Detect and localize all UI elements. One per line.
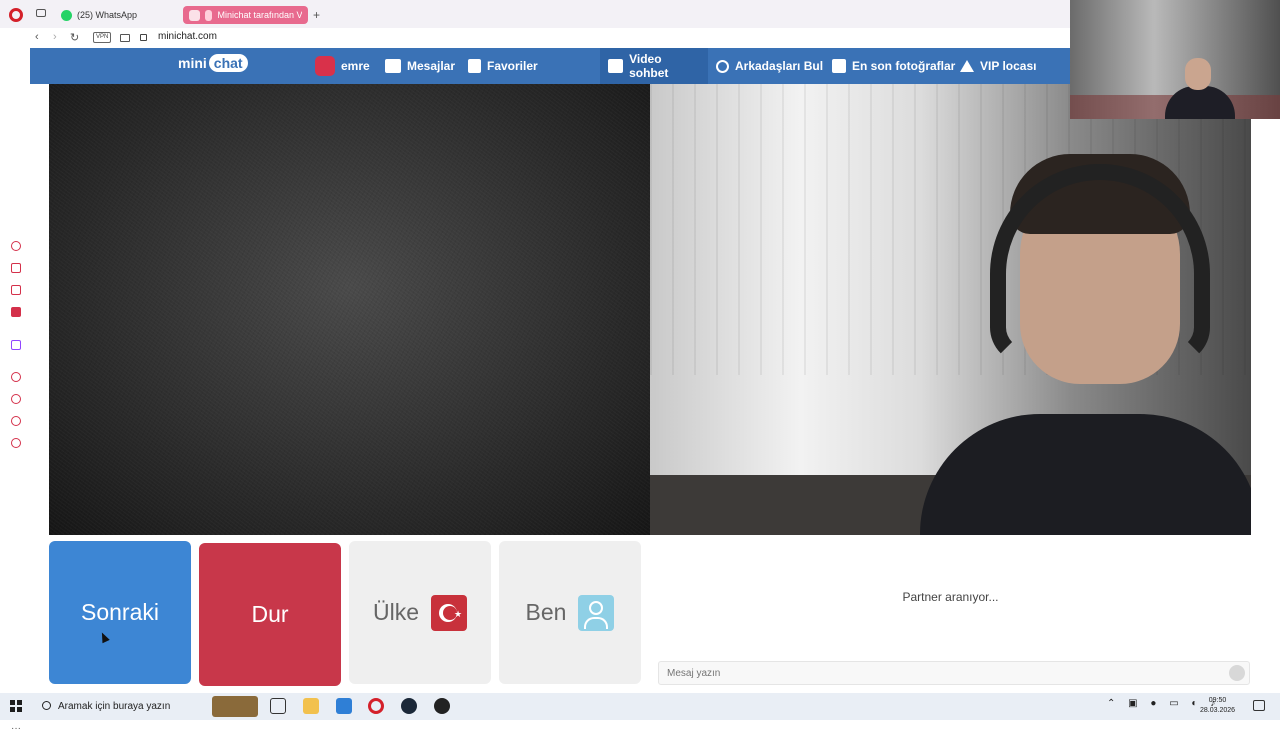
- search-icon: [42, 701, 51, 710]
- clock[interactable]: 09:50 28.03.2026: [1200, 696, 1235, 716]
- country-button[interactable]: Ülke ★: [349, 541, 491, 684]
- lock-icon: [140, 34, 147, 41]
- steam-icon[interactable]: [401, 698, 417, 714]
- stop-label: Dur: [251, 601, 289, 627]
- settings-icon[interactable]: [11, 438, 21, 448]
- nav-messages[interactable]: Mesajlar: [385, 48, 455, 84]
- person: [980, 154, 1220, 454]
- tab-label: (25) WhatsApp: [77, 10, 138, 20]
- windows-taskbar: Aramak için buraya yazın ⌃ ▣ ● ▭ ◐ ♪ 09:…: [0, 693, 1280, 720]
- next-button[interactable]: Sonraki: [49, 541, 191, 684]
- player-icon[interactable]: [11, 372, 21, 382]
- search-status: Partner aranıyor...: [902, 590, 999, 604]
- workspaces-icon[interactable]: [36, 9, 46, 17]
- twitch-icon[interactable]: [11, 340, 21, 350]
- logo-chat: chat: [208, 54, 248, 72]
- me-label: Ben: [525, 599, 567, 625]
- nav-profile[interactable]: emre: [315, 48, 370, 84]
- nav-vip[interactable]: VIP locası: [960, 48, 1036, 84]
- taskbar-search-placeholder: Aramak için buraya yazın: [58, 701, 171, 712]
- gamepad-icon: [315, 56, 335, 76]
- pip-face: [1185, 58, 1211, 90]
- clock-time: 09:50: [1208, 697, 1227, 704]
- shopping-icon[interactable]: [11, 263, 21, 273]
- turkey-flag-icon: ★: [431, 594, 467, 631]
- self-video: [650, 84, 1251, 535]
- history-icon[interactable]: [11, 394, 21, 404]
- tab-label: Minichat tarafından Vi: [217, 10, 302, 20]
- forward-icon[interactable]: ›: [53, 31, 57, 43]
- speaker-icon[interactable]: [204, 9, 213, 21]
- pip-body: [1165, 86, 1235, 119]
- nav-label: emre: [341, 59, 370, 73]
- photos-icon: [832, 59, 846, 73]
- taskbar-search[interactable]: Aramak için buraya yazın: [34, 693, 260, 720]
- clock-date: 28.03.2026: [1200, 707, 1236, 714]
- video-static: [49, 84, 650, 535]
- next-label: Sonraki: [81, 599, 159, 625]
- minichat-logo[interactable]: mini chat: [178, 54, 248, 72]
- browser-sidebar: GX ···: [0, 48, 32, 734]
- new-tab-button[interactable]: +: [313, 8, 320, 22]
- video-chat-icon: [608, 59, 624, 73]
- chat-area: Partner aranıyor...: [650, 535, 1251, 693]
- extensions-icon[interactable]: [11, 416, 21, 426]
- more-icon[interactable]: ···: [11, 723, 21, 734]
- notification-icon[interactable]: [1253, 700, 1265, 711]
- windows-start-icon[interactable]: [10, 700, 22, 712]
- nav-video-chat[interactable]: Video sohbet: [600, 48, 708, 84]
- site-navbar: mini chat emre Mesajlar Favoriler Video …: [30, 48, 1070, 84]
- camera-icon[interactable]: [120, 34, 130, 42]
- country-label: Ülke: [372, 599, 419, 625]
- address-bar: ‹ › ↻ VPN minichat.com: [0, 28, 1070, 48]
- bookmark-icon: [468, 59, 481, 73]
- nav-label: Arkadaşları Bul: [735, 59, 824, 73]
- opera-taskbar-icon[interactable]: [368, 698, 384, 714]
- nav-label: Mesajlar: [407, 59, 456, 73]
- opera-logo-icon[interactable]: [9, 8, 23, 22]
- message-input[interactable]: [658, 661, 1250, 685]
- avatar-icon: [578, 594, 615, 631]
- whatsapp-icon: [61, 9, 72, 21]
- emoji-icon[interactable]: [1229, 665, 1245, 681]
- nav-label: Video sohbet: [629, 52, 669, 80]
- webcam-overlay: [1070, 0, 1280, 119]
- me-button[interactable]: Ben: [499, 541, 641, 684]
- file-explorer-icon[interactable]: [303, 698, 319, 714]
- task-view-icon[interactable]: [270, 698, 286, 714]
- partner-video: [49, 84, 650, 535]
- search-icon: [716, 59, 729, 73]
- search-highlight-image: [212, 696, 258, 717]
- aria-icon[interactable]: [11, 241, 21, 251]
- reload-icon[interactable]: ↻: [70, 31, 79, 44]
- tab-whatsapp[interactable]: (25) WhatsApp: [55, 6, 143, 24]
- messenger-icon[interactable]: [11, 307, 21, 317]
- mail-icon[interactable]: [336, 698, 352, 714]
- app-icon[interactable]: [434, 698, 450, 714]
- tab-minichat[interactable]: Minichat tarafından Vi: [183, 6, 308, 24]
- url-field[interactable]: minichat.com: [158, 31, 217, 42]
- nav-find-friends[interactable]: Arkadaşları Bul: [716, 48, 823, 84]
- nav-latest-photos[interactable]: En son fotoğraflar: [832, 48, 955, 84]
- stop-button[interactable]: Dur: [199, 543, 341, 686]
- nav-label: En son fotoğraflar: [852, 59, 956, 73]
- video-icon: [189, 9, 200, 21]
- stripes-icon[interactable]: [11, 285, 21, 295]
- crown-icon: [960, 60, 974, 72]
- envelope-icon: [385, 59, 401, 73]
- nav-label: VIP locası: [980, 59, 1037, 73]
- nav-favorites[interactable]: Favoriler: [468, 48, 538, 84]
- back-icon[interactable]: ‹: [35, 31, 39, 43]
- vpn-badge[interactable]: VPN: [93, 32, 112, 43]
- logo-mini: mini: [178, 55, 207, 71]
- nav-label: Favoriler: [487, 59, 538, 73]
